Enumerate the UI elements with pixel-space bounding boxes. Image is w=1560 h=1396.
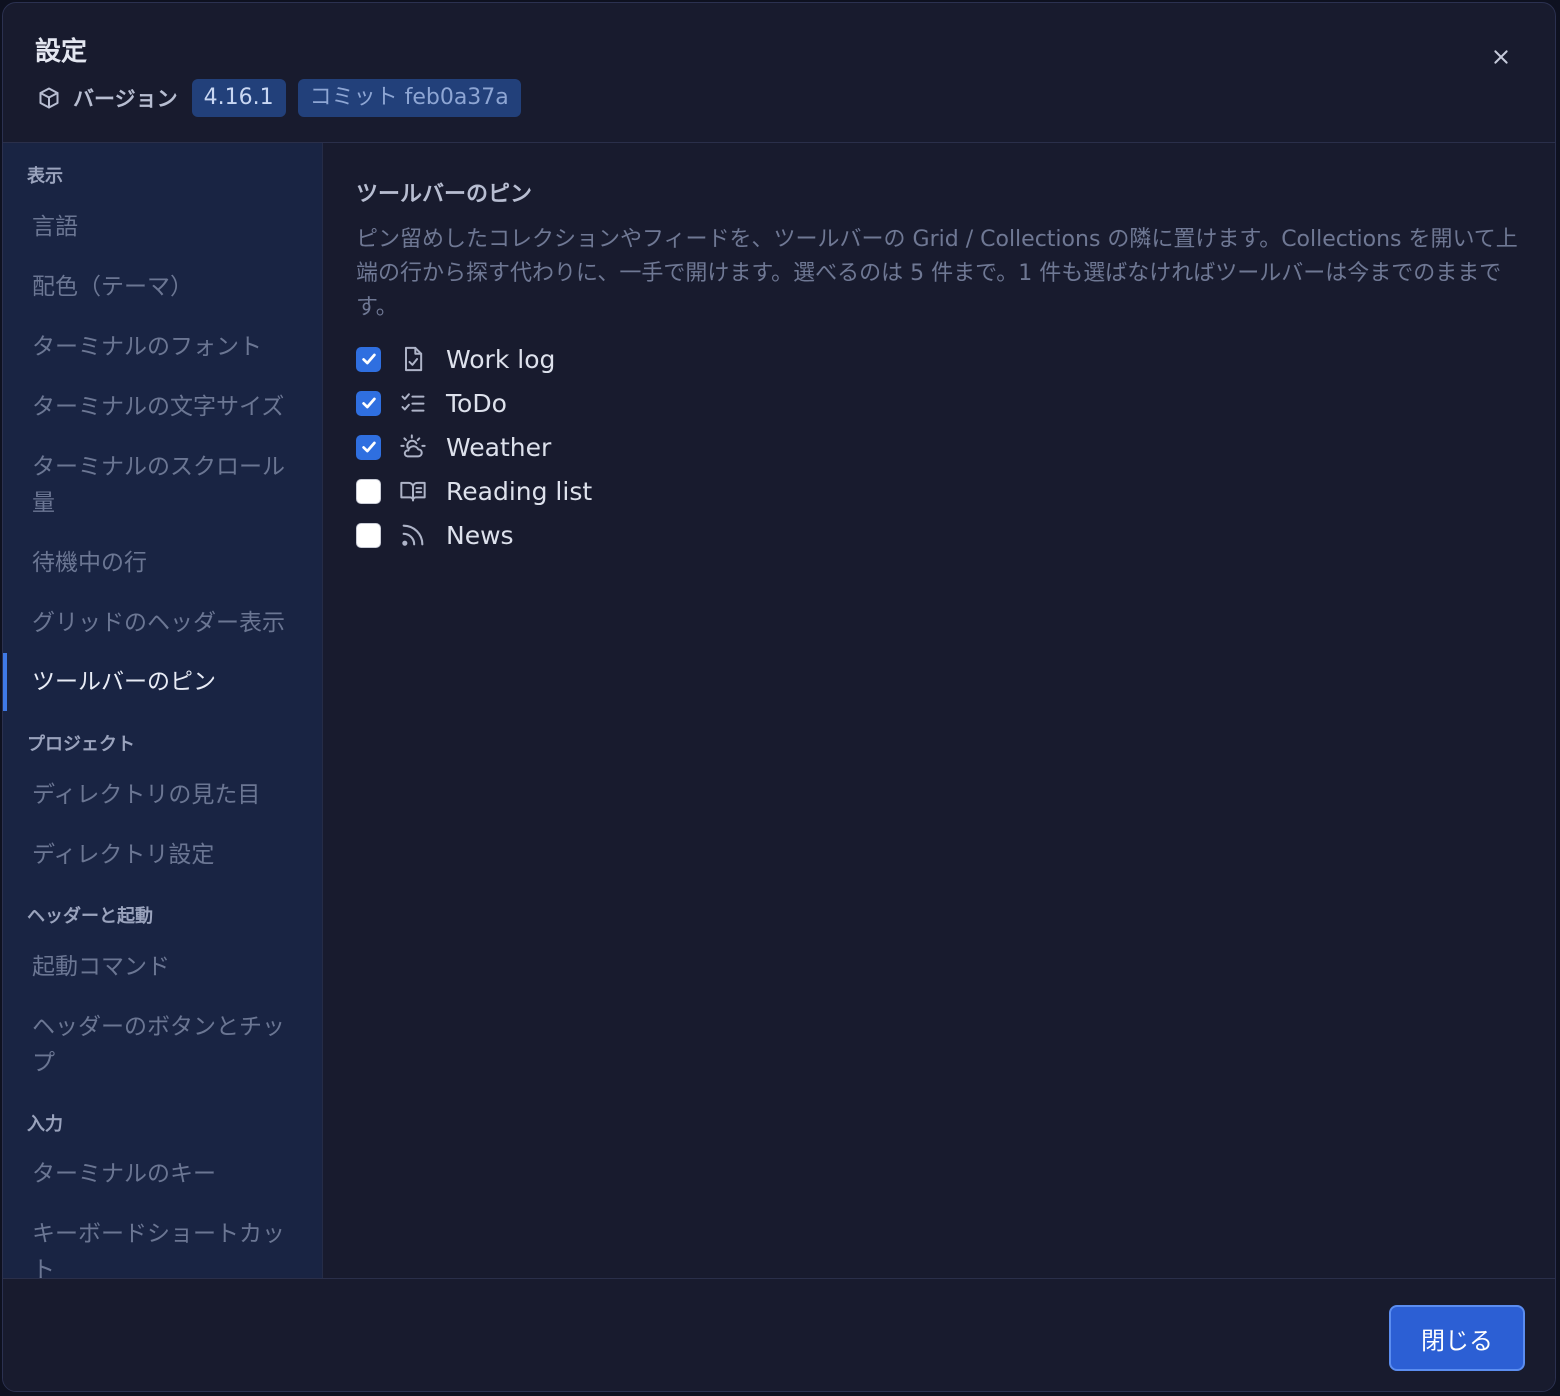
sidebar-item-directory-appearance[interactable]: ディレクトリの見た目: [3, 777, 322, 813]
sidebar-item-toolbar-pins[interactable]: ツールバーのピン: [3, 653, 322, 711]
pin-option-reading-list[interactable]: Reading list: [356, 469, 592, 513]
sidebar-item-theme[interactable]: 配色（テーマ）: [3, 269, 322, 305]
pin-option-todo[interactable]: ToDo: [356, 381, 592, 425]
close-icon[interactable]: [1483, 39, 1519, 75]
sidebar-section-header-launch: ヘッダーと起動: [27, 906, 153, 927]
commit-chip: コミット feb0a37a: [297, 79, 521, 117]
sidebar-item-directory-settings[interactable]: ディレクトリ設定: [3, 837, 322, 873]
package-icon: [37, 86, 61, 110]
option-label-work-log: Work log: [446, 344, 556, 374]
option-label-weather: Weather: [446, 432, 552, 462]
sidebar-item-keyboard-shortcuts[interactable]: キーボードショートカット: [3, 1216, 322, 1278]
settings-content: ツールバーのピン ピン留めしたコレクションやフィードを、ツールバーの Grid …: [323, 143, 1555, 1278]
dialog-footer: 閉じる: [3, 1278, 1555, 1391]
pin-option-work-log[interactable]: Work log: [356, 337, 592, 381]
option-label-news: News: [446, 520, 514, 550]
sidebar-item-idle-lines[interactable]: 待機中の行: [3, 545, 322, 581]
version-row: バージョン 4.16.1 コミット feb0a37a: [37, 79, 533, 117]
pin-option-news[interactable]: News: [356, 513, 592, 557]
close-button[interactable]: 閉じる: [1389, 1305, 1525, 1371]
checkbox-reading-list[interactable]: [356, 478, 381, 504]
sidebar-item-terminal-scroll[interactable]: ターミナルのスクロール量: [3, 449, 322, 521]
sidebar-section-display: 表示: [27, 166, 63, 187]
sidebar-item-launch-command[interactable]: 起動コマンド: [3, 949, 322, 985]
sidebar-item-header-buttons[interactable]: ヘッダーのボタンとチップ: [3, 1009, 322, 1081]
dialog-header: 設定 バージョン 4.16.1 コミット feb0a37a: [3, 3, 1555, 143]
cloud-sun-icon: [399, 433, 427, 461]
pin-options: Work log ToDo Weather Reading list News: [356, 337, 592, 557]
sidebar-section-project: プロジェクト: [27, 734, 135, 755]
pin-option-weather[interactable]: Weather: [356, 425, 592, 469]
checkbox-weather[interactable]: [356, 434, 381, 460]
book-open-icon: [399, 477, 427, 505]
sidebar-item-terminal-font-size[interactable]: ターミナルの文字サイズ: [3, 389, 322, 425]
checkbox-todo[interactable]: [356, 390, 381, 416]
version-label: バージョン: [73, 87, 178, 111]
dialog-title: 設定: [35, 37, 88, 67]
sidebar-item-grid-header[interactable]: グリッドのヘッダー表示: [3, 605, 322, 641]
checkbox-news[interactable]: [356, 522, 381, 548]
content-title: ツールバーのピン: [356, 182, 533, 207]
option-label-reading-list: Reading list: [446, 476, 593, 506]
sidebar-section-input: 入力: [27, 1114, 63, 1135]
version-chip: 4.16.1: [191, 79, 286, 117]
settings-sidebar: 表示 言語 配色（テーマ） ターミナルのフォント ターミナルの文字サイズ ターミ…: [3, 143, 323, 1278]
sidebar-item-terminal-keys[interactable]: ターミナルのキー: [3, 1156, 322, 1192]
content-description: ピン留めしたコレクションやフィードを、ツールバーの Grid / Collect…: [356, 227, 1518, 320]
file-check-icon: [399, 345, 427, 373]
sidebar-item-language[interactable]: 言語: [3, 209, 322, 245]
rss-icon: [399, 521, 427, 549]
checkbox-work-log[interactable]: [356, 346, 381, 372]
list-todo-icon: [399, 389, 427, 417]
option-label-todo: ToDo: [446, 388, 507, 418]
settings-dialog: 設定 バージョン 4.16.1 コミット feb0a37a 表示 言語 配色（テ…: [2, 2, 1556, 1392]
sidebar-item-terminal-font[interactable]: ターミナルのフォント: [3, 329, 322, 365]
